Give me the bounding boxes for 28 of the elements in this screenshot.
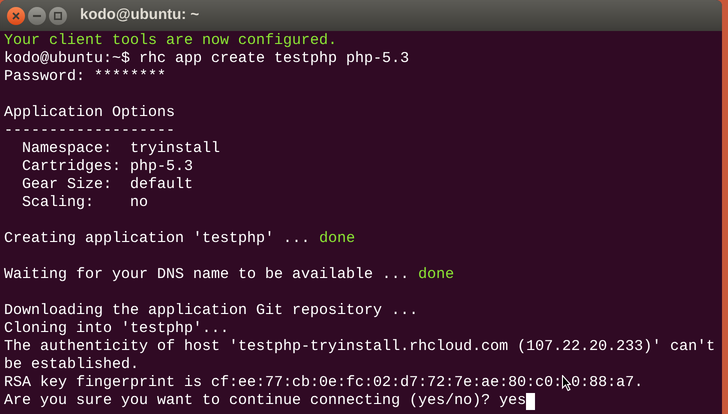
terminal-text: Cloning into 'testphp'...	[4, 320, 230, 338]
status-text: done	[319, 230, 356, 248]
terminal-text: RSA key fingerprint is cf:ee:77:cb:0e:fc:02:d7:72:7e:ae:80:c0:	[4, 374, 562, 392]
window-title: kodo@ubuntu: ~	[80, 5, 200, 26]
terminal-text: Password: ********	[4, 68, 166, 86]
terminal-text: kodo@ubuntu:~$ rhc app create testphp php-5.3	[4, 50, 410, 68]
terminal-text: Scaling: no	[21, 194, 148, 212]
terminal-text: Are you sure you want to continue connecting (yes/no)? yes	[4, 392, 526, 410]
terminal-text: The authenticity of host 'testphp-tryinstall.rhcloud.com (107.22.20.233)' can't	[4, 338, 716, 356]
terminal-text: Namespace: tryinstall	[21, 140, 220, 158]
terminal-text: Creating application 'testphp' ...	[4, 230, 312, 248]
terminal-text: Gear Size: default	[21, 176, 194, 194]
maximize-icon	[54, 12, 62, 20]
terminal-text: be established.	[4, 356, 140, 374]
close-icon	[12, 12, 20, 20]
maximize-button[interactable]	[49, 6, 67, 24]
terminal-text: Waiting for your DNS name to be available ...	[4, 266, 410, 284]
mouse-pointer-icon	[562, 375, 572, 391]
terminal-text: Downloading the application Git repository ...	[4, 302, 418, 320]
status-text: Your client tools are now configured.	[4, 32, 338, 50]
terminal-text: -------------------	[4, 122, 176, 140]
status-text: done	[418, 266, 454, 284]
terminal-text: Application Options	[4, 104, 176, 122]
terminal-text: 0:88:a7.	[571, 374, 644, 392]
terminal-text: Cartridges: php-5.3	[21, 158, 194, 176]
minimize-button[interactable]	[28, 6, 46, 24]
close-button[interactable]	[7, 6, 25, 24]
minimize-icon	[33, 14, 41, 16]
